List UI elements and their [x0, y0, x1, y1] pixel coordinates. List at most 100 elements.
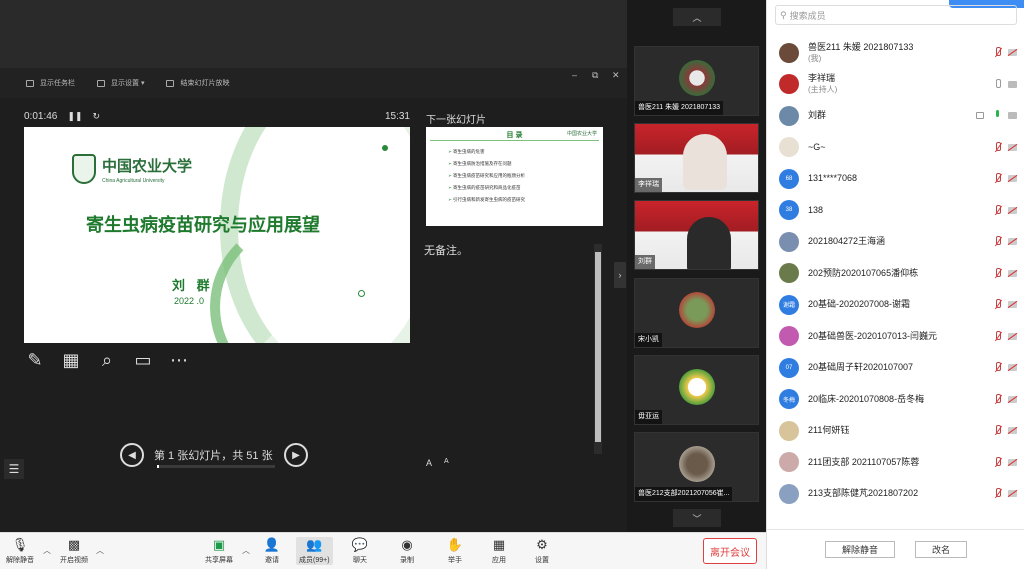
- camera-icon[interactable]: [1008, 332, 1017, 340]
- list-item: 寄生虫病的疫苗研究和商品化疫苗: [448, 182, 525, 194]
- restore-button[interactable]: ⧉: [592, 70, 598, 81]
- member-row[interactable]: 冬梅 20临床-20201070808-岳冬梅: [767, 384, 1024, 416]
- camera-icon[interactable]: [1008, 175, 1017, 182]
- display-settings-button[interactable]: 显示设置 ▾: [97, 78, 144, 88]
- zoom-icon[interactable]: ⌕: [96, 349, 118, 371]
- chevron-down-icon[interactable]: ﹀: [673, 509, 721, 527]
- leave-meeting-button[interactable]: 离开会议: [703, 538, 757, 564]
- record-button[interactable]: ◉ 录制: [399, 537, 415, 565]
- video-tile[interactable]: 刘群: [634, 200, 759, 270]
- camera-icon[interactable]: [1008, 80, 1017, 88]
- apps-button[interactable]: ▦ 应用: [491, 537, 507, 565]
- slides-grid-icon[interactable]: ▦: [60, 349, 82, 371]
- end-slideshow-button[interactable]: 结束幻灯片放映: [166, 78, 229, 88]
- camera-icon[interactable]: [1008, 143, 1017, 151]
- member-row[interactable]: 38 138: [767, 195, 1024, 227]
- video-tile[interactable]: 宋小凯: [634, 278, 759, 348]
- mic-muted-icon[interactable]: [993, 47, 1002, 58]
- camera-icon[interactable]: [1008, 427, 1017, 434]
- show-taskbar-button[interactable]: 显示任务栏: [26, 78, 75, 88]
- mic-muted-icon[interactable]: [993, 330, 1002, 342]
- invite-button[interactable]: 👤 邀请: [264, 537, 280, 565]
- member-text: 20临床-20201070808-岳冬梅: [808, 394, 924, 405]
- slide-navigation: ◀ 第 1 张幻灯片，共 51 张 ▶: [120, 443, 308, 467]
- collapse-video-button[interactable]: ›: [614, 262, 626, 288]
- camera-icon[interactable]: [1008, 301, 1017, 308]
- member-row[interactable]: 李祥瑞 (主持人): [767, 69, 1024, 101]
- scrollbar-thumb[interactable]: [595, 252, 601, 442]
- member-row[interactable]: 07 20基础周子轩2020107007: [767, 352, 1024, 384]
- mic-muted-icon[interactable]: [993, 267, 1002, 279]
- video-tile[interactable]: 兽医211 朱媛 2021807133: [634, 46, 759, 116]
- member-search-input[interactable]: ⚲ 搜索成员: [775, 5, 1017, 25]
- member-name: 20基础兽医-2020107013-闫巍元: [808, 330, 938, 341]
- presenter-toolbar: 显示任务栏 显示设置 ▾ 结束幻灯片放映: [0, 68, 627, 98]
- mic-icon[interactable]: [993, 110, 1002, 121]
- end-show-icon: [166, 79, 175, 87]
- minimize-button[interactable]: –: [572, 70, 577, 80]
- mic-muted-icon[interactable]: [993, 299, 1002, 310]
- pen-icon[interactable]: ✎: [24, 349, 46, 371]
- share-screen-button[interactable]: ▣ 共享屏幕: [205, 537, 233, 565]
- member-row[interactable]: 211何妍钰: [767, 415, 1024, 447]
- member-row[interactable]: 211团支部 2021107057陈蓉: [767, 447, 1024, 479]
- members-button[interactable]: 👥 成员(99+): [296, 537, 333, 565]
- mic-muted-icon[interactable]: [993, 362, 1002, 373]
- chevron-up-icon[interactable]: ︿: [96, 545, 104, 556]
- member-row[interactable]: 68 131****7068: [767, 163, 1024, 195]
- increase-font-button[interactable]: A: [426, 458, 432, 468]
- member-row[interactable]: 20基础兽医-2020107013-闫巍元: [767, 321, 1024, 353]
- mic-muted-icon[interactable]: [993, 393, 1002, 405]
- start-video-button[interactable]: ▩ 开启视频: [60, 537, 88, 565]
- menu-icon[interactable]: ☰: [4, 459, 24, 479]
- mic-muted-icon[interactable]: [993, 141, 1002, 153]
- chevron-up-icon[interactable]: ︿: [673, 8, 721, 26]
- member-row[interactable]: 202预防2020107065潘仰栋: [767, 258, 1024, 290]
- close-button[interactable]: ✕: [612, 70, 620, 81]
- pause-icon[interactable]: ❚❚: [67, 111, 82, 122]
- avatar: [779, 326, 799, 347]
- next-slide-button[interactable]: ▶: [284, 443, 308, 467]
- camera-icon[interactable]: [1008, 112, 1017, 119]
- raise-hand-button[interactable]: ✋ 举手: [447, 537, 463, 565]
- member-row[interactable]: 兽医211 朱媛 2021807133 (我): [767, 37, 1024, 69]
- video-tile[interactable]: 李祥瑞: [634, 123, 759, 193]
- more-options-icon[interactable]: ⋯: [168, 349, 190, 371]
- camera-icon[interactable]: [1008, 458, 1017, 466]
- member-row[interactable]: 谢霜 20基础-2020207008-谢霜: [767, 289, 1024, 321]
- unmute-all-button[interactable]: 解除静音: [824, 541, 895, 558]
- video-name: 刘群: [635, 255, 655, 269]
- camera-icon[interactable]: [1008, 490, 1017, 497]
- rename-button[interactable]: 改名: [915, 541, 968, 558]
- mic-muted-icon[interactable]: [993, 204, 1002, 216]
- camera-icon[interactable]: [1008, 49, 1017, 56]
- reset-timer-icon[interactable]: ↻: [92, 111, 100, 122]
- chat-button[interactable]: 💬 聊天: [352, 537, 368, 565]
- chevron-up-icon[interactable]: ︿: [242, 545, 250, 556]
- mic-muted-icon[interactable]: [993, 173, 1002, 184]
- unmute-button[interactable]: 🎙 解除静音: [6, 537, 34, 565]
- camera-icon[interactable]: [1008, 364, 1017, 371]
- mic-muted-icon[interactable]: [993, 236, 1002, 247]
- mic-icon[interactable]: [993, 78, 1002, 90]
- screen-blank-icon[interactable]: ▭: [132, 349, 154, 371]
- camera-icon[interactable]: [1008, 269, 1017, 277]
- member-row[interactable]: 213支部陈健芃2021807202: [767, 478, 1024, 510]
- previous-slide-button[interactable]: ◀: [120, 443, 144, 467]
- decrease-font-button[interactable]: A: [444, 458, 449, 468]
- notes-scrollbar[interactable]: [594, 244, 602, 454]
- camera-icon[interactable]: [1008, 395, 1017, 403]
- mic-muted-icon[interactable]: [993, 425, 1002, 436]
- chevron-up-icon[interactable]: ︿: [43, 545, 51, 556]
- member-row[interactable]: ~G~: [767, 132, 1024, 164]
- mic-muted-icon[interactable]: [993, 488, 1002, 499]
- settings-button[interactable]: ⚙ 设置: [534, 537, 550, 565]
- video-tile[interactable]: 毋亚运: [634, 355, 759, 425]
- video-tile[interactable]: 兽医212支部2021207056崔...: [634, 432, 759, 502]
- mic-muted-icon[interactable]: [993, 456, 1002, 468]
- member-row[interactable]: 2021804272王海涵: [767, 226, 1024, 258]
- next-slide-thumbnail[interactable]: 目 录 中国农业大学 寄生虫病的危害 寄生虫病防治措施及存在问题 寄生虫病疫苗研…: [426, 127, 603, 226]
- camera-icon[interactable]: [1008, 206, 1017, 214]
- member-row[interactable]: 刘群: [767, 100, 1024, 132]
- camera-icon[interactable]: [1008, 238, 1017, 245]
